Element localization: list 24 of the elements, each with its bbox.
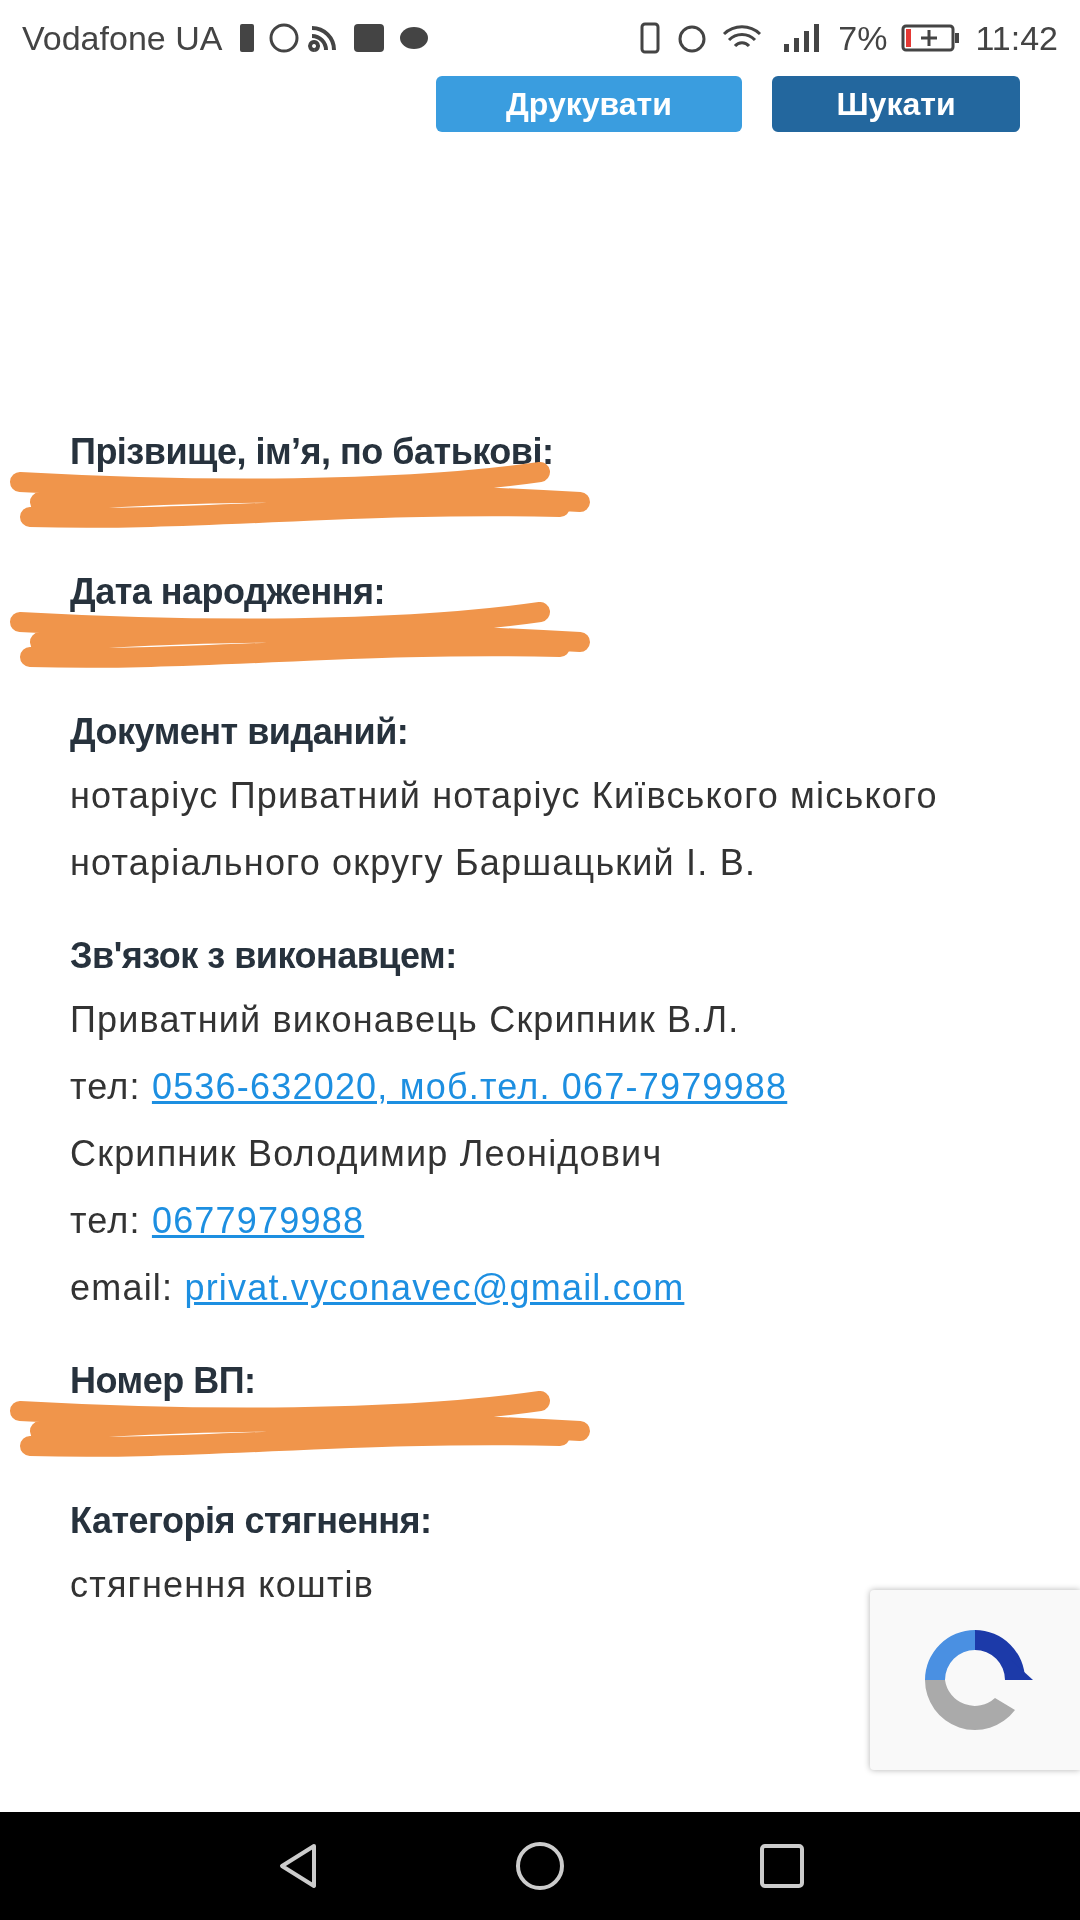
home-icon[interactable]: [514, 1840, 566, 1892]
field-value: тел: 0677979988: [70, 1199, 366, 1243]
field-value: Скрипник Володимир Леонідович: [70, 1132, 664, 1176]
clock: 11:42: [975, 18, 1058, 58]
action-button[interactable]: Друкувати: [436, 76, 742, 132]
field-label: Номер ВП:: [70, 1359, 257, 1403]
field-value: стягнення коштів: [70, 1563, 376, 1607]
field-value: Приватний виконавець Скрипник В.Л.: [70, 998, 741, 1042]
field-label: Дата народження:: [70, 570, 386, 614]
field-label: Категорія стягнення:: [70, 1499, 433, 1543]
field-label: Прізвище, ім’я, по батькові:: [70, 430, 555, 474]
field-label: Зв'язок з виконавцем:: [70, 934, 458, 978]
contact-link[interactable]: privat.vyconavec@gmail.com: [184, 1267, 685, 1308]
field-value: нотаріус Приватний нотаріус Київського міського нотаріального округу Баршацький І. В.: [70, 774, 939, 885]
field-value: тел: 0536-632020, моб.тел. 067-7979988: [70, 1065, 789, 1109]
contact-link[interactable]: 0677979988: [151, 1200, 365, 1241]
recaptcha-badge[interactable]: [870, 1590, 1080, 1770]
field-label: Документ виданий:: [70, 710, 410, 754]
action-button[interactable]: Шукати: [772, 76, 1020, 132]
battery-icon: [901, 22, 962, 54]
contact-link[interactable]: 0536-632020, моб.тел. 067-7979988: [151, 1066, 788, 1107]
carrier-name: Vodafone UA: [22, 18, 223, 58]
battery-percent: 7%: [838, 18, 888, 58]
field-value: email: privat.vyconavec@gmail.com: [70, 1266, 686, 1310]
